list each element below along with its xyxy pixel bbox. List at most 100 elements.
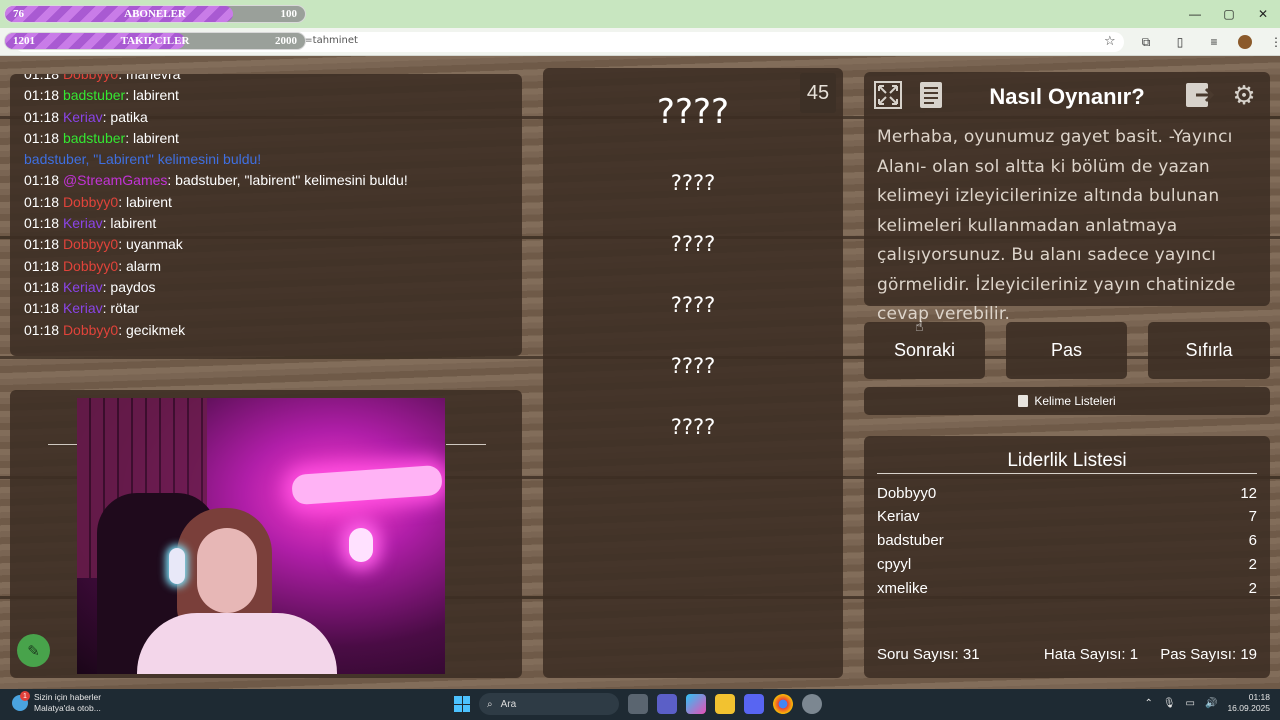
clock-date: 16.09.2025: [1227, 703, 1270, 713]
clock-time: 01:18: [1248, 692, 1270, 702]
close-button[interactable]: ✕: [1246, 0, 1280, 28]
media-icon[interactable]: ≡: [1204, 32, 1224, 52]
chat-text: : gecikmek: [118, 321, 186, 338]
neon-sign: [291, 464, 443, 506]
start-icon[interactable]: [454, 696, 470, 712]
extensions-icon[interactable]: ⧉: [1136, 32, 1156, 52]
chat-list: 01:18 Dobbyy0: manevra 01:18 badstuber: l…: [24, 74, 508, 341]
word-lists-button[interactable]: Kelime Listeleri: [864, 387, 1270, 415]
leaderboard-row: xmelike 2: [877, 580, 1257, 597]
volume-icon[interactable]: 🔊: [1205, 698, 1217, 709]
divider: [877, 473, 1257, 474]
player-score: 7: [1248, 508, 1257, 525]
discord-icon[interactable]: [744, 694, 764, 714]
chat-message: 01:18 Keriav: rötar: [24, 298, 508, 319]
notepad-icon: [1018, 395, 1029, 407]
taskbar-apps: ⌕ Ara: [454, 693, 822, 715]
chat-message: badstuber, "Labirent" kelimesini buldu!: [24, 149, 508, 170]
chat-time: 01:18: [24, 193, 60, 210]
player-score: 2: [1248, 580, 1257, 597]
chrome-icon[interactable]: [773, 694, 793, 714]
exit-icon[interactable]: [1183, 78, 1217, 112]
chat-text: : labirent: [118, 193, 172, 210]
hint-word: ????: [670, 415, 716, 439]
chat-username: Keriav: [62, 300, 103, 317]
chat-username: Keriav: [62, 108, 103, 125]
player-name: badstuber: [877, 532, 944, 549]
chat-text: : labirent: [102, 215, 157, 232]
window-controls: — ▢ ✕: [1178, 0, 1280, 28]
taskbar-search[interactable]: ⌕ Ara: [479, 693, 619, 715]
reset-button[interactable]: Sıfırla: [1148, 322, 1270, 379]
chat-time: 01:18: [24, 300, 60, 317]
file-explorer-icon[interactable]: [715, 694, 735, 714]
question-count: Soru Sayısı: 31: [877, 646, 980, 663]
search-placeholder: Ara: [500, 698, 517, 710]
gear-icon[interactable]: ⚙: [1227, 78, 1261, 112]
browser-toolbar: ⧉ ▯ ≡ ⋮: [1136, 32, 1280, 52]
reading-mode-icon[interactable]: ▯: [1170, 32, 1190, 52]
streamer-face: [197, 528, 257, 613]
player-name: Dobbyy0: [877, 485, 937, 502]
weather-icon: 1: [12, 691, 30, 711]
chat-message: 01:18 Dobbyy0: gecikmek: [24, 320, 508, 341]
chat-panel: 01:18 Dobbyy0: manevra 01:18 badstuber: l…: [10, 74, 522, 356]
display-icon[interactable]: ▭: [1186, 698, 1195, 709]
webcam-feed: [77, 398, 445, 674]
chat-username: Dobbyy0: [62, 321, 119, 338]
followers-label: TAKIPCILER: [120, 35, 190, 47]
hint-word: ????: [670, 293, 716, 317]
player-score: 6: [1248, 532, 1257, 549]
profile-avatar[interactable]: [1238, 35, 1252, 49]
player-name: cpyyl: [877, 556, 912, 573]
chevron-up-icon[interactable]: ⌃: [1144, 698, 1152, 709]
subscribers-goal: 100: [280, 8, 298, 20]
headset: [169, 548, 185, 584]
error-count: Hata Sayısı: 1: [1043, 646, 1139, 663]
app-icon[interactable]: [802, 694, 822, 714]
bookmark-star-icon[interactable]: ☆: [1104, 33, 1116, 49]
leaderboard-title: Liderlik Listesi: [1007, 450, 1127, 471]
news-title: Sizin için haberler: [34, 692, 102, 702]
task-view-icon[interactable]: [628, 694, 648, 714]
chat-text: : labirent: [125, 129, 179, 146]
player-name: xmelike: [877, 580, 928, 597]
news-badge: 1: [20, 691, 30, 701]
news-widget[interactable]: 1 Sizin için haberler Malatya'da otob...: [12, 691, 102, 714]
copilot-icon[interactable]: [686, 694, 706, 714]
chat-username: Dobbyy0: [62, 236, 119, 253]
next-button[interactable]: Sonraki: [864, 322, 985, 379]
chat-message: 01:18 badstuber: labirent: [24, 85, 508, 106]
chat-message: 01:18 badstuber: labirent: [24, 128, 508, 149]
chat-time: 01:18: [24, 172, 60, 189]
chat-time: 01:18: [24, 257, 60, 274]
pencil-edit-icon[interactable]: ✎: [17, 634, 50, 667]
chat-time: 01:18: [24, 129, 60, 146]
streamer-body: [137, 613, 337, 674]
chat-text: : rötar: [102, 300, 140, 317]
how-to-text: Merhaba, oyunumuz gayet basit. -Yayıncı …: [877, 127, 1236, 324]
player-score: 2: [1248, 556, 1257, 573]
divider: [48, 444, 78, 445]
chat-username: Keriav: [62, 215, 103, 232]
chat-username: @StreamGames: [62, 172, 168, 189]
search-icon: ⌕: [487, 698, 493, 710]
word-lists-label: Kelime Listeleri: [1034, 394, 1116, 408]
chat-message: 01:18 Keriav: paydos: [24, 277, 508, 298]
chat-username: badstuber: [62, 129, 126, 146]
chat-text: : patika: [102, 108, 148, 125]
microphone-icon[interactable]: 🎙: [1163, 698, 1176, 709]
pass-count: Pas Sayısı: 19: [1160, 646, 1257, 663]
chat-text: : labirent: [125, 87, 179, 104]
pass-button[interactable]: Pas: [1006, 322, 1127, 379]
teams-icon[interactable]: [657, 694, 677, 714]
maximize-button[interactable]: ▢: [1212, 0, 1246, 28]
menu-kebab-icon[interactable]: ⋮: [1266, 32, 1280, 52]
chat-time: 01:18: [24, 108, 60, 125]
chat-time: 01:18: [24, 321, 60, 338]
clock[interactable]: 01:18 16.09.2025: [1227, 692, 1270, 714]
minimize-button[interactable]: —: [1178, 0, 1212, 28]
chat-text: : uyanmak: [118, 236, 183, 253]
chat-message: 01:18 Dobbyy0: uyanmak: [24, 234, 508, 255]
chat-username: badstuber, "Labirent" kelimesini buldu!: [24, 151, 262, 168]
